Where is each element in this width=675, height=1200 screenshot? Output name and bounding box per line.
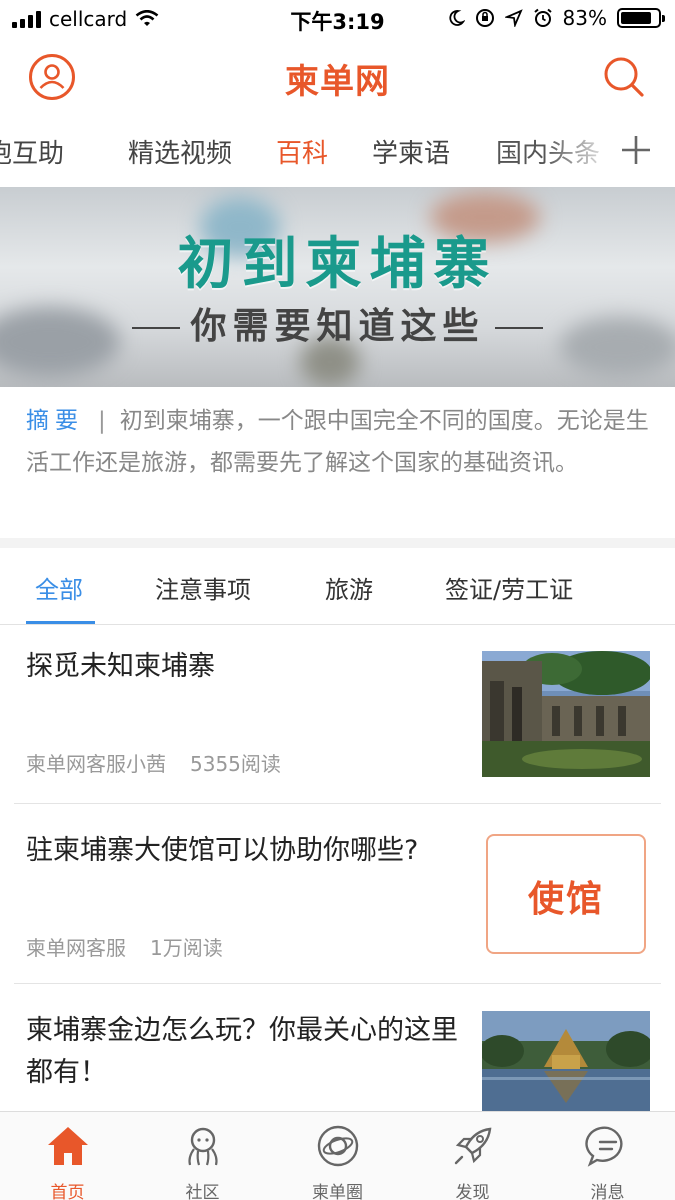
tab-circle[interactable]: 柬单圈 [270,1112,405,1200]
channel-tabs: 胞互助 精选视频 百科 学柬语 国内头条 [0,115,675,187]
section-divider [0,538,675,548]
message-icon [585,1126,623,1167]
banner-subtitle-text: 你需要知道这些 [190,306,485,347]
article-reads: 1万阅读 [150,936,223,960]
tab-channel-videos[interactable]: 精选视频 [128,133,240,170]
article-title: 探觅未知柬埔寨 [26,651,215,682]
summary-tag: 摘要 [26,408,84,434]
article-thumbnail [482,651,650,777]
article-meta: 柬单网客服 1万阅读 [26,932,223,961]
summary-block: 摘要 | 初到柬埔寨，一个跟中国完全不同的国度。无论是生活工作还是旅游，都需要先了解… [26,400,651,484]
rotation-lock-icon [475,9,494,27]
banner-subtitle: 你需要知道这些 [0,297,675,349]
thumbnail-text: 使馆 [527,879,604,920]
battery-percent: 83% [562,6,607,30]
community-icon [188,1127,218,1166]
banner-dash-right [494,327,543,329]
tab-visa[interactable]: 签证/劳工证 [445,570,573,605]
status-bar: cellcard 下午3:19 83% [0,0,675,40]
article-thumbnail [482,1011,650,1111]
banner-dash-left [132,327,181,329]
summary-separator: | [98,408,106,434]
tab-home-label: 首页 [50,1183,85,1200]
article-author: 柬单网客服小茜 [26,752,166,776]
category-tabs: 全部 注意事项 旅游 签证/劳工证 [0,548,675,625]
alarm-icon [533,8,552,27]
rocket-icon [454,1127,492,1165]
tab-community[interactable]: 社区 [135,1112,270,1200]
article-thumbnail: 使馆 [486,834,646,954]
tab-channel-khmer[interactable]: 学柬语 [372,133,456,170]
article-item[interactable]: 柬埔寨金边怎么玩？你最关心的这里都有！ [14,984,661,1111]
tab-community-label: 社区 [185,1183,220,1200]
tab-home[interactable]: 首页 [0,1112,135,1200]
article-title: 驻柬埔寨大使馆可以协助你哪些? [26,835,419,866]
battery-icon [617,8,665,28]
article-item[interactable]: 探觅未知柬埔寨 柬单网客服小茜 5355阅读 [14,626,661,804]
tab-channel-mutual-help[interactable]: 胞互助 [0,133,98,170]
article-author: 柬单网客服 [26,936,126,960]
tab-discover-label: 发现 [455,1183,490,1200]
channel-track: 胞互助 精选视频 百科 学柬语 国内头条 [0,133,608,170]
temple-ruins-image [482,651,650,777]
article-item[interactable]: 驻柬埔寨大使馆可以协助你哪些? 柬单网客服 1万阅读 使馆 [14,804,661,984]
summary-text: 初到柬埔寨，一个跟中国完全不同的国度。无论是生活工作还是旅游，都需要先了解这个国… [26,408,649,476]
search-button[interactable] [601,54,647,100]
tab-notices[interactable]: 注意事项 [155,570,251,605]
tab-all[interactable]: 全部 [35,570,83,605]
banner-title: 初到柬埔寨 [177,232,498,297]
palace-lake-image [482,1011,650,1111]
channel-fade [545,115,675,187]
bottom-tab-bar: 首页 社区 柬单圈 发现 消息 [0,1111,675,1200]
tab-channel-encyclopedia[interactable]: 百科 [276,133,332,170]
tab-messages[interactable]: 消息 [540,1112,675,1200]
home-icon [48,1127,88,1165]
article-meta: 柬单网客服小茜 5355阅读 [26,748,281,777]
planet-icon [317,1125,359,1167]
article-title: 柬埔寨金边怎么玩？你最关心的这里都有！ [26,1015,458,1088]
active-tab-indicator [26,621,95,624]
moon-icon [448,10,465,26]
tab-circle-label: 柬单圈 [312,1183,363,1200]
search-icon [604,57,644,97]
add-channel-button[interactable] [619,133,653,167]
status-right: 83% [447,6,665,30]
app-logo: 柬单网 [285,62,390,102]
location-icon [504,9,523,27]
app-header: 柬单网 [0,40,675,115]
plus-icon [622,136,650,164]
tab-travel[interactable]: 旅游 [325,570,373,605]
tab-discover[interactable]: 发现 [405,1112,540,1200]
hero-banner[interactable]: 初到柬埔寨 你需要知道这些 [0,187,675,387]
tab-messages-label: 消息 [590,1183,625,1200]
article-reads: 5355阅读 [190,752,281,776]
